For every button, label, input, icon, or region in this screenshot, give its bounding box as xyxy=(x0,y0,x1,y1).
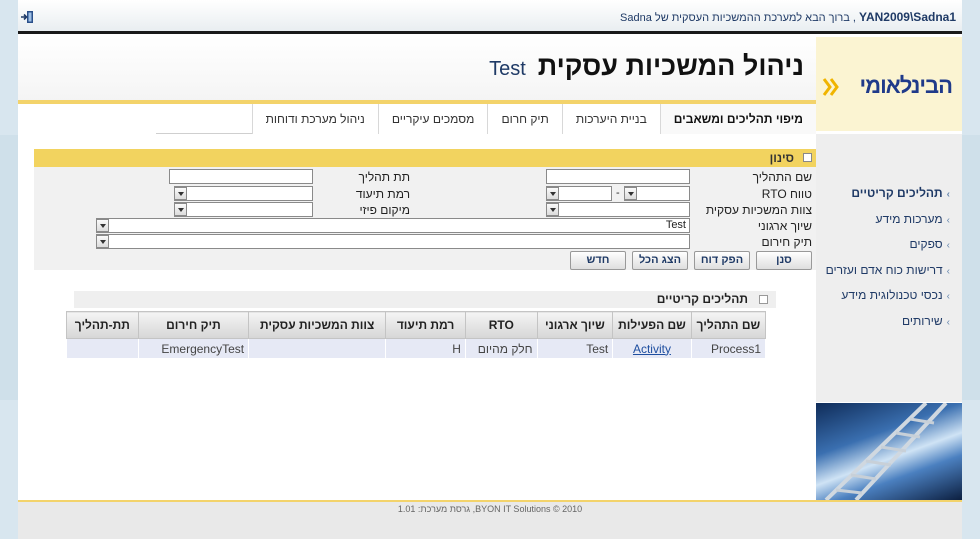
org-assoc-label: שיוך ארגוני xyxy=(757,219,812,233)
sidebar-item-label: תהליכים קריטיים xyxy=(851,186,943,200)
tab-preparedness[interactable]: בניית היערכות xyxy=(561,104,660,134)
tab-main-documents[interactable]: מסמכים עיקריים xyxy=(377,104,488,134)
doc-level-dropdown-icon[interactable] xyxy=(174,187,187,200)
bullet-icon: › xyxy=(946,214,950,226)
emergency-file-label: תיק חירום xyxy=(761,235,812,249)
sidebar-item-label: שירותים xyxy=(901,313,943,328)
page: YAN2009\Sadna1 , ברוך הבא למערכת ההמשכיו… xyxy=(18,0,962,539)
ladder-image xyxy=(816,403,962,500)
welcome-message: YAN2009\Sadna1 , ברוך הבא למערכת ההמשכיו… xyxy=(620,10,956,24)
footer: BYON IT Solutions © 2010, גרסת מערכת: 1.… xyxy=(18,502,962,539)
page-subtitle: Test xyxy=(489,58,526,80)
col-bc-team[interactable]: צוות המשכיות עסקית xyxy=(248,311,387,339)
sidebar-item-suppliers[interactable]: ›ספקים xyxy=(816,232,962,258)
filter-panel: שם התהליך טווח RTO צוות המשכיות עסקית שי… xyxy=(34,167,816,270)
col-sub-process[interactable]: תת-תהליך xyxy=(66,311,139,339)
col-rto[interactable]: RTO xyxy=(464,311,538,339)
logo-mark-icon xyxy=(822,78,839,96)
org-assoc-select[interactable]: Test xyxy=(96,218,690,233)
bullet-icon: › xyxy=(946,291,950,302)
emergency-file-dropdown-icon[interactable] xyxy=(96,235,109,248)
emergency-file-select[interactable] xyxy=(96,234,690,249)
bullet-icon: › xyxy=(946,189,950,200)
sidebar-item-services[interactable]: ›שירותים xyxy=(816,309,962,335)
col-process-name[interactable]: שם התהליך xyxy=(690,311,767,339)
sidebar-item-it-assets[interactable]: ›נכסי טכנולוגית מידע xyxy=(816,283,962,309)
user-name: YAN2009\Sadna1 xyxy=(859,10,956,24)
page-title-text: ניהול המשכיות עסקית xyxy=(537,51,804,81)
bullet-icon: › xyxy=(946,316,950,328)
results-header: תהליכים קריטיים xyxy=(74,291,776,308)
location-label: מיקום פיזי xyxy=(359,203,410,217)
footer-text: BYON IT Solutions © 2010, גרסת מערכת: 1.… xyxy=(397,504,583,514)
sidebar: ›תהליכים קריטיים ›מערכות מידע ›ספקים ›דר… xyxy=(816,134,962,402)
filter-header: סינון xyxy=(34,149,816,167)
sidebar-item-manpower[interactable]: ›דרישות כוח אדם ועזרים xyxy=(816,258,962,284)
filter-button[interactable]: סנן xyxy=(756,251,812,270)
col-doc-level[interactable]: רמת תיעוד xyxy=(385,311,466,339)
doc-level-label: רמת תיעוד xyxy=(355,187,410,201)
sub-process-input[interactable] xyxy=(169,169,313,184)
tab-process-mapping[interactable]: מיפוי תהליכים ומשאבים xyxy=(659,104,816,134)
filter-title: סינון xyxy=(769,151,794,165)
bc-team-label: צוות המשכיות עסקית xyxy=(705,203,812,217)
brand-logo: הבינלאומי xyxy=(859,73,953,98)
bullet-icon: › xyxy=(946,265,950,277)
sidebar-item-label: ספקים xyxy=(909,237,943,251)
results-title: תהליכים קריטיים xyxy=(656,292,748,306)
cell-rto: חלק מהיום xyxy=(464,338,538,359)
sidebar-item-information-systems[interactable]: ›מערכות מידע xyxy=(816,207,962,233)
cell-bc-team xyxy=(248,338,387,359)
col-emergency-file[interactable]: תיק חירום xyxy=(137,311,250,339)
show-all-button[interactable]: הצג הכל xyxy=(632,251,688,270)
table-row[interactable]: Process1 Activity Test חלק מהיום H Emerg… xyxy=(66,338,767,359)
new-button[interactable]: חדש xyxy=(570,251,626,270)
generate-report-button[interactable]: הפק דוח xyxy=(694,251,750,270)
top-bar: YAN2009\Sadna1 , ברוך הבא למערכת ההמשכיו… xyxy=(18,0,962,34)
cell-org-assoc: Test xyxy=(536,338,614,359)
rto-range-label: טווח RTO xyxy=(761,187,812,201)
cell-sub-process xyxy=(66,338,139,359)
org-assoc-dropdown-icon[interactable] xyxy=(96,219,109,232)
sidebar-item-critical-processes[interactable]: ›תהליכים קריטיים xyxy=(816,181,962,207)
sidebar-item-label: דרישות כוח אדם ועזרים xyxy=(825,262,943,277)
sub-process-label: תת תהליך xyxy=(358,170,410,184)
activity-link[interactable]: Activity xyxy=(633,342,671,356)
cell-doc-level: H xyxy=(385,338,466,359)
process-name-label: שם התהליך xyxy=(752,170,812,184)
sidebar-item-label: נכסי טכנולוגית מידע xyxy=(841,288,943,302)
bc-team-select[interactable] xyxy=(546,202,690,217)
bullet-icon: › xyxy=(946,240,950,251)
cell-activity: Activity xyxy=(612,338,692,359)
collapse-filter-checkbox[interactable] xyxy=(803,153,812,162)
col-org-assoc[interactable]: שיוך ארגוני xyxy=(536,311,614,339)
tab-emergency-file[interactable]: תיק חרום xyxy=(487,104,562,134)
rto-from-dropdown-icon[interactable] xyxy=(546,187,559,200)
location-dropdown-icon[interactable] xyxy=(174,203,187,216)
logout-icon[interactable] xyxy=(20,10,34,24)
tab-system-admin[interactable]: ניהול מערכת ודוחות xyxy=(251,104,378,134)
results-table: שם התהליך שם הפעילות שיוך ארגוני RTO רמת… xyxy=(66,311,767,359)
location-select[interactable] xyxy=(174,202,313,217)
rto-to-dropdown-icon[interactable] xyxy=(624,187,637,200)
process-name-input[interactable] xyxy=(546,169,690,184)
table-header-row: שם התהליך שם הפעילות שיוך ארגוני RTO רמת… xyxy=(66,311,767,339)
cell-emergency-file: EmergencyTest xyxy=(137,338,250,359)
sidebar-item-label: מערכות מידע xyxy=(875,211,943,226)
welcome-text: , ברוך הבא למערכת ההמשכיות העסקית של Sad… xyxy=(620,12,856,24)
collapse-results-checkbox[interactable] xyxy=(759,295,768,304)
bc-team-dropdown-icon[interactable] xyxy=(546,203,559,216)
page-title: ניהול המשכיות עסקית Test xyxy=(489,51,804,82)
range-dash: - xyxy=(616,187,620,199)
doc-level-select[interactable] xyxy=(174,186,313,201)
ladder-icon xyxy=(824,403,948,500)
col-activity-name[interactable]: שם הפעילות xyxy=(612,311,692,339)
cell-process-name: Process1 xyxy=(690,338,767,359)
logo-area: הבינלאומי xyxy=(816,37,962,131)
main-nav: מיפוי תהליכים ומשאבים בניית היערכות תיק … xyxy=(156,104,816,134)
